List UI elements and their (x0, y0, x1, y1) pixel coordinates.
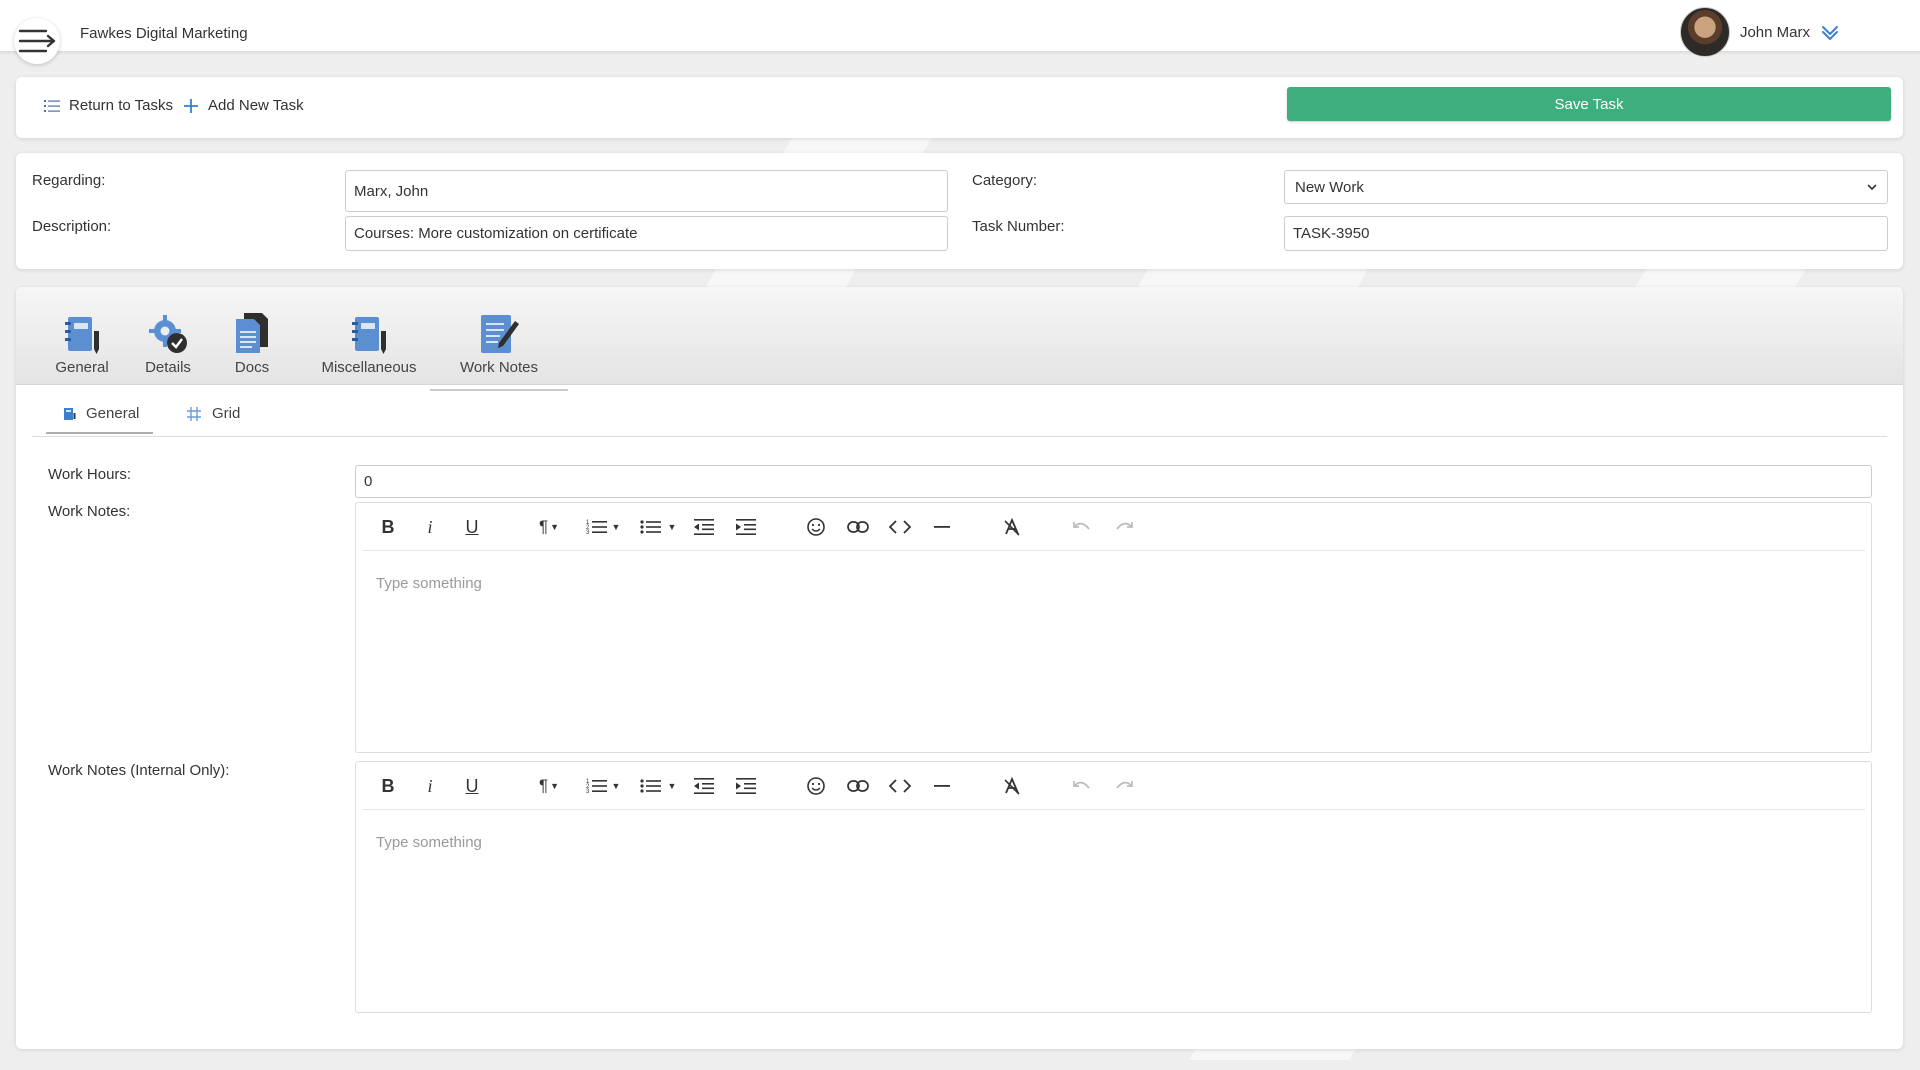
horizontal-line-icon[interactable] (930, 515, 954, 539)
avatar[interactable] (1679, 7, 1730, 57)
task-info-panel: Regarding: Description: Category: New Wo… (16, 153, 1903, 269)
ordered-list-icon[interactable]: 123 ▼ (582, 515, 624, 539)
sub-tab-bar: General Grid (32, 395, 1887, 437)
description-field[interactable] (345, 216, 948, 251)
notebook-small-icon (64, 407, 76, 420)
category-select[interactable]: New Work (1284, 170, 1888, 204)
regarding-label: Regarding: (32, 172, 106, 189)
sub-tab-general[interactable]: General (45, 405, 154, 434)
horizontal-line-icon[interactable] (930, 774, 954, 798)
clear-formatting-icon[interactable] (1000, 774, 1024, 798)
work-notes-internal-text-area[interactable]: Type something (357, 811, 1870, 1012)
work-notes-label: Work Notes: (48, 503, 131, 520)
grid-hash-icon (187, 406, 201, 421)
tab-bar: General Details Docs Miscellaneous Work … (16, 287, 1903, 391)
add-new-task-link[interactable]: Add New Task (183, 97, 304, 114)
redo-icon[interactable] (1112, 774, 1136, 798)
company-name: Fawkes Digital Marketing (80, 25, 248, 42)
tab-general[interactable]: General (40, 309, 124, 376)
category-value: New Work (1295, 178, 1364, 196)
task-number-field[interactable] (1284, 216, 1888, 251)
return-to-tasks-link[interactable]: Return to Tasks (44, 97, 173, 114)
chevron-down-icon (1867, 184, 1877, 191)
tab-label: General (55, 359, 109, 376)
task-toolbar: Return to Tasks Add New Task Save Task (16, 77, 1903, 138)
tab-label: Work Notes (459, 359, 539, 376)
note-edit-icon (481, 315, 519, 353)
redo-icon[interactable] (1112, 515, 1136, 539)
work-notes-editor[interactable]: B i U ¶ ▼ 123 ▼ ▼ Type something (355, 502, 1872, 753)
hamburger-arrow-icon (18, 29, 56, 53)
tab-docs[interactable]: Docs (216, 309, 288, 376)
regarding-field[interactable] (345, 170, 948, 212)
work-notes-internal-editor[interactable]: B i U ¶ ▼ 123 ▼ ▼ Type something (355, 761, 1872, 1013)
user-menu[interactable]: John Marx (1679, 7, 1840, 57)
chevron-down-icon[interactable] (1820, 22, 1840, 42)
outdent-icon[interactable] (692, 774, 716, 798)
sub-tab-label: Grid (212, 405, 241, 422)
notebook-icon (352, 317, 386, 354)
sub-tab-label: General (86, 405, 140, 422)
sub-tab-grid[interactable]: Grid (186, 405, 240, 422)
underline-icon[interactable]: U (460, 774, 484, 798)
clear-formatting-icon[interactable] (1000, 515, 1024, 539)
editor-toolbar: B i U ¶ ▼ 123 ▼ ▼ (362, 762, 1865, 810)
ordered-list-icon[interactable]: 123 ▼ (582, 774, 624, 798)
gear-check-icon (149, 315, 187, 353)
user-name[interactable]: John Marx (1740, 24, 1810, 41)
link-icon[interactable] (846, 774, 870, 798)
task-number-label: Task Number: (972, 218, 1065, 235)
menu-toggle-button[interactable] (14, 18, 60, 64)
category-label: Category: (972, 172, 1038, 189)
paragraph-format-icon[interactable]: ¶ ▼ (534, 774, 564, 798)
emoji-icon[interactable] (804, 774, 828, 798)
add-label[interactable]: Add New Task (208, 97, 304, 114)
editor-toolbar: B i U ¶ ▼ 123 ▼ ▼ (362, 503, 1865, 551)
work-notes-text-area[interactable]: Type something (357, 552, 1870, 752)
work-hours-label: Work Hours: (48, 466, 132, 483)
italic-icon[interactable]: i (418, 515, 442, 539)
paragraph-format-icon[interactable]: ¶ ▼ (534, 515, 564, 539)
svg-text:3: 3 (586, 789, 590, 795)
top-bar: Fawkes Digital Marketing John Marx (0, 0, 1920, 64)
documents-icon (236, 313, 268, 353)
work-notes-internal-label: Work Notes (Internal Only): (48, 762, 230, 779)
tab-label: Docs (234, 359, 270, 376)
bold-icon[interactable]: B (376, 774, 400, 798)
work-hours-field[interactable] (355, 465, 1872, 498)
save-task-button[interactable]: Save Task (1287, 87, 1891, 121)
undo-icon[interactable] (1070, 515, 1094, 539)
bold-icon[interactable]: B (376, 515, 400, 539)
outdent-icon[interactable] (692, 515, 716, 539)
return-label[interactable]: Return to Tasks (69, 97, 173, 114)
task-detail-panel: General Details Docs Miscellaneous Work … (16, 287, 1903, 1049)
emoji-icon[interactable] (804, 515, 828, 539)
bullet-list-icon[interactable]: ▼ (636, 515, 680, 539)
indent-icon[interactable] (734, 515, 758, 539)
plus-icon (184, 98, 198, 113)
svg-text:3: 3 (586, 530, 590, 536)
undo-icon[interactable] (1070, 774, 1094, 798)
tab-miscellaneous[interactable]: Miscellaneous (306, 309, 432, 376)
italic-icon[interactable]: i (418, 774, 442, 798)
link-icon[interactable] (846, 515, 870, 539)
indent-icon[interactable] (734, 774, 758, 798)
tab-label: Details (145, 359, 191, 376)
description-label: Description: (32, 218, 112, 235)
tab-work-notes[interactable]: Work Notes (430, 309, 568, 391)
underline-icon[interactable]: U (460, 515, 484, 539)
notebook-icon (65, 317, 99, 354)
tab-details[interactable]: Details (128, 309, 208, 376)
code-icon[interactable] (888, 774, 912, 798)
bullet-list-icon[interactable]: ▼ (636, 774, 680, 798)
code-icon[interactable] (888, 515, 912, 539)
tab-label: Miscellaneous (321, 359, 417, 376)
list-icon (44, 99, 60, 112)
